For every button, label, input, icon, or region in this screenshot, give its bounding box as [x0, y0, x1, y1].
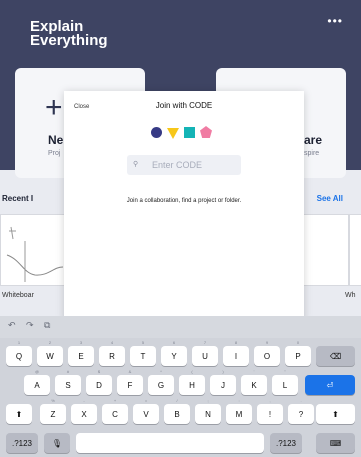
mic-key[interactable]: 🎙 — [44, 433, 70, 453]
key-secondary-label: 0 — [296, 340, 300, 345]
key-secondary-label: 1 — [17, 340, 21, 345]
plus-icon: + — [45, 91, 63, 124]
key-e[interactable]: 3E — [68, 340, 94, 366]
code-input[interactable]: ⚲ Enter CODE — [127, 155, 241, 175]
share-card-subtitle: spire — [304, 150, 320, 157]
key-f[interactable]: & F — [117, 369, 143, 395]
new-card-title: Ne — [48, 133, 64, 147]
key-t[interactable]: 5T — [130, 340, 156, 366]
key-v[interactable]: = V — [133, 398, 159, 424]
key-w[interactable]: 2W — [37, 340, 63, 366]
key-g[interactable]: * G — [148, 369, 174, 395]
key-secondary-label: # — [66, 369, 70, 374]
key-secondary-label: + — [113, 398, 117, 403]
key-secondary-label: = — [144, 398, 148, 403]
backspace-key[interactable]: ⌫ — [316, 346, 355, 366]
key-secondary-label: 8 — [234, 340, 238, 345]
key-u[interactable]: 7U — [192, 340, 218, 366]
triangle-icon — [167, 128, 179, 139]
key-n[interactable]: ; N — [195, 398, 221, 424]
key-?[interactable]: .? — [288, 398, 314, 424]
key-m[interactable]: :M — [226, 398, 252, 424]
key-q[interactable]: 1Q — [6, 340, 32, 366]
shift-key-left[interactable]: ⬆ — [6, 404, 32, 424]
key-x[interactable]: -X — [71, 398, 97, 424]
square-icon — [184, 127, 195, 138]
clipboard-icon[interactable]: ⧉ — [44, 320, 50, 331]
key-d[interactable]: $ D — [86, 369, 112, 395]
key-h[interactable]: (H — [179, 369, 205, 395]
recent-thumbnail[interactable] — [349, 214, 361, 286]
new-card-subtitle: Proj — [48, 150, 61, 157]
key-secondary-label: 3 — [79, 340, 83, 345]
key-secondary-label: $ — [97, 369, 101, 374]
key-secondary-label: 9 — [265, 340, 269, 345]
numbers-key[interactable]: .?123 — [6, 433, 38, 453]
thumbnail-title: Whiteboar — [2, 292, 34, 299]
key-s[interactable]: # S — [55, 369, 81, 395]
key-secondary-label: & — [128, 369, 132, 374]
undo-icon[interactable]: ↶ — [8, 320, 16, 331]
more-icon[interactable]: ••• — [327, 14, 343, 28]
key-k[interactable]: ' K — [241, 369, 267, 395]
key-secondary-label: ) — [222, 369, 224, 374]
key-secondary-label: ' — [253, 369, 255, 374]
key-![interactable]: ,! — [257, 398, 283, 424]
key-secondary-label: - — [83, 398, 85, 403]
key-secondary-label: / — [176, 398, 178, 403]
key-secondary-label: 6 — [172, 340, 176, 345]
key-p[interactable]: 0P — [285, 340, 311, 366]
key-i[interactable]: 8I — [223, 340, 249, 366]
code-placeholder: Enter CODE — [152, 160, 203, 170]
recent-thumbnail[interactable] — [301, 214, 349, 286]
recent-thumbnail[interactable] — [0, 214, 66, 286]
key-secondary-label: " — [284, 369, 286, 374]
numbers-key[interactable]: .?123 — [270, 433, 302, 453]
share-card-title: are — [304, 133, 323, 147]
key-r[interactable]: 4R — [99, 340, 125, 366]
thumbnail-title: Wh — [345, 292, 356, 299]
dialog-title: Join with CODE — [155, 101, 213, 110]
help-text: Join a collaboration, find a project or … — [126, 198, 242, 204]
whiteboard-sketch-icon — [6, 226, 64, 282]
keyboard: 1 Q 2 W 3 E 4 R 5 T 6 Y 7 U 8 I 9 O 0 P ⌫ @ A # S $ D & F * G(H) J ' K " L ⏎… — [0, 338, 361, 457]
key-secondary-label: ; — [207, 398, 209, 403]
key-secondary-label: * — [160, 369, 162, 374]
key-secondary-label: 5 — [141, 340, 145, 345]
key-secondary-label: @ — [34, 369, 40, 374]
key-c[interactable]: + C — [102, 398, 128, 424]
key-l[interactable]: " L — [272, 369, 298, 395]
key-secondary-label: . — [300, 398, 302, 403]
key-secondary-label: 2 — [48, 340, 52, 345]
see-all-link[interactable]: See All — [317, 194, 343, 203]
key-y[interactable]: 6Y — [161, 340, 187, 366]
key-secondary-label: % — [51, 398, 55, 403]
key-z[interactable]: % Z — [40, 398, 66, 424]
key-secondary-label: : — [238, 398, 240, 403]
key-icon: ⚲ — [133, 161, 139, 168]
hide-keyboard-key[interactable]: ⌨ — [316, 433, 355, 453]
app-logo: Explain Everything — [30, 19, 108, 49]
circle-icon — [151, 127, 162, 138]
shift-key-right[interactable]: ⬆ — [316, 404, 355, 424]
recent-label: Recent I — [2, 194, 34, 203]
space-key[interactable] — [76, 433, 264, 453]
join-with-code-dialog: Close Join with CODE ⚲ Enter CODE Join a… — [64, 91, 304, 321]
key-o[interactable]: 9O — [254, 340, 280, 366]
return-key[interactable]: ⏎ — [305, 375, 355, 395]
key-secondary-label: 7 — [203, 340, 207, 345]
key-j[interactable]: ) J — [210, 369, 236, 395]
shapes-illustration — [148, 126, 220, 140]
pentagon-icon — [200, 126, 212, 138]
key-secondary-label: 4 — [110, 340, 114, 345]
key-secondary-label: , — [269, 398, 271, 403]
key-secondary-label: ( — [191, 369, 193, 374]
keyboard-toolbar: ↶ ↷ ⧉ — [0, 316, 361, 338]
key-a[interactable]: @ A — [24, 369, 50, 395]
key-b[interactable]: / B — [164, 398, 190, 424]
brand-line-2: Everything — [30, 32, 108, 49]
redo-icon[interactable]: ↷ — [26, 320, 34, 331]
